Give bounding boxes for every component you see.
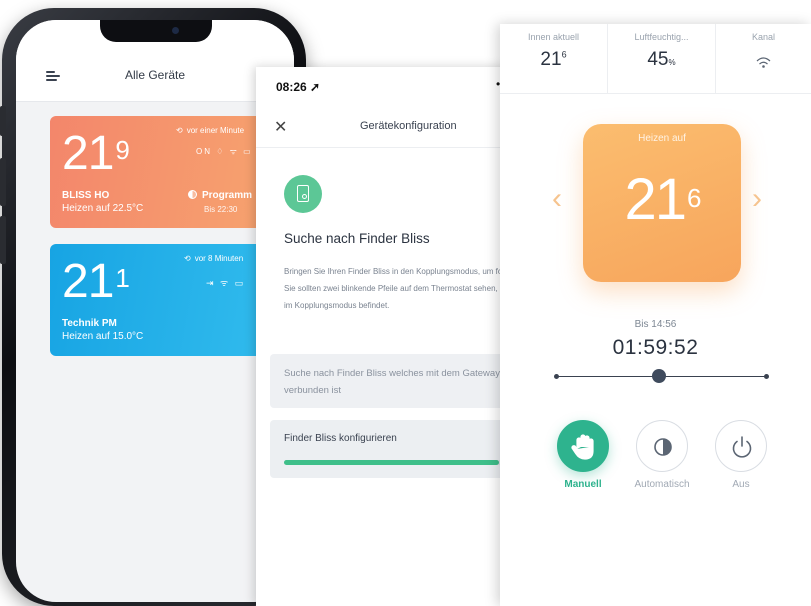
tile-label: Heizen auf xyxy=(638,133,686,144)
phone-volume-down xyxy=(0,216,6,264)
device-heating-status: Heizen auf 15.0°C xyxy=(62,331,144,342)
mode-automatic-button[interactable]: Automatisch xyxy=(634,420,690,490)
setpoint-tile: Heizen auf 216 xyxy=(583,124,741,282)
search-heading: Suche nach Finder Bliss xyxy=(284,231,430,246)
stat-indoor-temperature: Innen aktuell 216 xyxy=(500,24,608,94)
device-status-icons: ON ♢ ᯤ ▭ xyxy=(196,147,253,156)
sync-icon: ⟲ xyxy=(176,126,183,135)
progress-fill xyxy=(284,460,499,465)
device-mode: Programm xyxy=(188,190,252,201)
until-time: Bis 14:56 xyxy=(634,319,677,330)
close-icon[interactable]: ✕ xyxy=(274,117,287,137)
setpoint-temperature: 216 xyxy=(624,167,702,232)
half-circle-icon xyxy=(654,438,672,456)
last-updated: ⟲ vor 8 Minuten xyxy=(184,254,244,263)
mode-manual-button[interactable]: Manuell xyxy=(557,420,609,490)
step-configure-label: Finder Bliss konfigurieren xyxy=(284,433,397,444)
duration-slider[interactable] xyxy=(554,369,769,383)
device-until: Bis 22:30 xyxy=(204,205,238,214)
page-title: Alle Geräte xyxy=(124,68,186,82)
screenshot-stage: Alle Geräte 219 ⟲ vor einer Minute ON ♢ ᯤ… xyxy=(0,0,811,606)
device-name: BLISS HO xyxy=(62,190,110,201)
slider-start xyxy=(554,374,559,379)
thermostat-search-icon xyxy=(284,175,322,213)
hand-icon xyxy=(571,434,594,460)
screen-title: Gerätekonfiguration xyxy=(360,120,457,132)
device-temperature: 211 xyxy=(62,255,130,308)
phone-notch xyxy=(100,20,212,42)
device-status-icons: ⇥ ᯤ ▭ xyxy=(206,278,246,288)
device-card-technik-pm[interactable]: 211 ⟲ vor 8 Minuten ⇥ ᯤ ▭ Technik PM Heiz… xyxy=(50,244,286,356)
device-name: Technik PM xyxy=(62,318,117,329)
mode-label: Aus xyxy=(732,479,750,490)
sync-icon: ⟲ xyxy=(184,254,191,263)
slider-handle[interactable] xyxy=(652,369,667,383)
stat-channel: Kanal xyxy=(716,24,811,94)
device-heating-status: Heizen auf 22.5°C xyxy=(62,203,144,214)
power-icon xyxy=(732,436,752,458)
phone-side-button xyxy=(0,106,6,136)
device-card-bliss-ho[interactable]: 219 ⟲ vor einer Minute ON ♢ ᯤ ▭ BLISS HO … xyxy=(50,116,286,228)
stat-humidity: Luftfeuchtig... 45% xyxy=(608,24,716,94)
countdown-timer: 01:59:52 xyxy=(612,336,699,359)
last-updated: ⟲ vor einer Minute xyxy=(176,126,245,135)
slider-end xyxy=(764,374,769,379)
auto-mode-icon xyxy=(188,190,197,199)
phone-screen: Alle Geräte 219 ⟲ vor einer Minute ON ♢ ᯤ… xyxy=(16,20,294,602)
decrease-temperature-button[interactable]: ‹ xyxy=(552,182,562,216)
status-bar-time: 08:26 ➚ xyxy=(276,80,321,94)
thermostat-control-screen: Innen aktuell 216 Luftfeuchtig... 45% Ka… xyxy=(500,24,811,606)
phone-volume-up xyxy=(0,158,6,206)
increase-temperature-button[interactable]: › xyxy=(752,182,762,216)
wifi-icon xyxy=(756,57,771,68)
device-temperature: 219 xyxy=(62,127,130,180)
mode-off-button[interactable]: Aus xyxy=(715,420,767,490)
